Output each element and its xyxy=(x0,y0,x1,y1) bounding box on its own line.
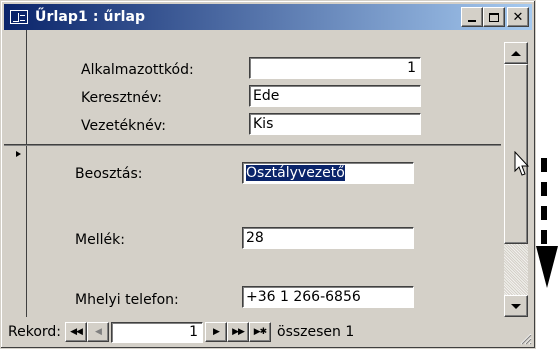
next-record-button[interactable]: ▶ xyxy=(205,322,227,342)
current-record-field[interactable]: 1 xyxy=(111,321,203,343)
last-name-field[interactable]: Kis xyxy=(249,113,421,135)
position-value: Osztályvezető xyxy=(246,165,345,181)
maximize-button[interactable] xyxy=(483,7,505,27)
previous-record-button[interactable]: ◀ xyxy=(87,322,109,342)
position-label: Beosztás: xyxy=(75,166,143,182)
window-title: Űrlap1 : űrlap xyxy=(35,9,146,25)
work-phone-field[interactable]: +36 1 266-6856 xyxy=(242,286,414,308)
minimize-button[interactable] xyxy=(461,7,483,27)
work-phone-label: Mhelyi telefon: xyxy=(75,292,179,308)
title-bar[interactable]: Űrlap1 : űrlap ✕ xyxy=(4,4,532,30)
form-window: Űrlap1 : űrlap ✕ Alkalmazottkód: 1 Keres… xyxy=(0,0,536,349)
record-navigation-bar: Rekord: ◀◀ ◀ 1 ▶ ▶▶ ▶✱ összesen 1 xyxy=(4,319,501,345)
scroll-up-button[interactable] xyxy=(504,42,528,64)
down-arrow-icon xyxy=(536,246,558,288)
mouse-pointer-icon xyxy=(514,151,530,176)
vertical-scrollbar[interactable] xyxy=(504,42,528,317)
record-count: összesen 1 xyxy=(277,324,355,340)
record-selector[interactable] xyxy=(13,30,27,317)
scroll-down-button[interactable] xyxy=(504,295,528,317)
arrow-up-icon xyxy=(511,50,521,56)
last-record-button[interactable]: ▶▶ xyxy=(227,322,249,342)
extension-field[interactable]: 28 xyxy=(242,227,414,249)
last-name-label: Vezetéknév: xyxy=(81,118,166,134)
marker-bar xyxy=(541,206,547,220)
record-label: Rekord: xyxy=(8,324,61,340)
marker-bar xyxy=(541,158,547,172)
employee-id-field[interactable]: 1 xyxy=(249,57,421,79)
close-icon: ✕ xyxy=(512,9,524,25)
extension-label: Mellék: xyxy=(75,232,125,248)
new-record-button[interactable]: ▶✱ xyxy=(249,322,271,342)
marker-bar xyxy=(541,230,547,244)
first-record-button[interactable]: ◀◀ xyxy=(65,322,87,342)
arrow-down-icon xyxy=(511,303,521,309)
form-body: Alkalmazottkód: 1 Keresztnév: Ede Vezeté… xyxy=(4,30,501,317)
maximize-icon xyxy=(489,12,499,22)
form-icon xyxy=(10,10,28,24)
window-controls: ✕ xyxy=(461,7,529,27)
position-field[interactable]: Osztályvezető xyxy=(242,162,414,184)
minimize-icon xyxy=(468,20,476,22)
side-markers xyxy=(541,158,547,254)
employee-id-label: Alkalmazottkód: xyxy=(81,62,194,78)
first-name-label: Keresztnév: xyxy=(81,90,163,106)
marker-bar xyxy=(541,182,547,196)
section-divider xyxy=(4,144,501,146)
close-button[interactable]: ✕ xyxy=(507,7,529,27)
resize-grip-icon[interactable] xyxy=(520,333,532,345)
current-record-icon xyxy=(16,151,21,157)
first-name-field[interactable]: Ede xyxy=(249,85,421,107)
